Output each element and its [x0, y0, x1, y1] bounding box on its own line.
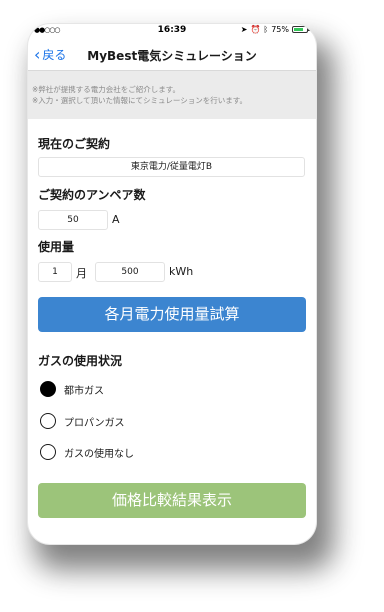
month-unit: 月: [76, 267, 87, 280]
ampere-input[interactable]: 50: [38, 210, 108, 230]
calc-usage-button[interactable]: 各月電力使用量試算: [38, 297, 306, 332]
gas-option-city[interactable]: 都市ガス: [40, 381, 104, 397]
contract-heading: 現在のご契約: [38, 137, 111, 151]
month-input[interactable]: 1: [38, 262, 72, 282]
battery-percent: 75%: [271, 25, 289, 34]
gas-option-label: 都市ガス: [64, 385, 104, 397]
ampere-heading: ご契約のアンペア数: [38, 188, 146, 202]
contract-select[interactable]: 東京電力/従量電灯B: [38, 157, 305, 177]
page-title: MyBest電気シミュレーション: [87, 49, 257, 63]
gas-option-label: プロパンガス: [64, 417, 125, 429]
battery-icon: [292, 26, 310, 33]
kwh-input[interactable]: 500: [95, 262, 165, 282]
ampere-unit: A: [112, 213, 120, 226]
radio-selected-icon: [40, 381, 56, 397]
nav-bar: ‹ 戻る MyBest電気シミュレーション: [28, 38, 316, 71]
price-compare-button[interactable]: 価格比較結果表示: [38, 483, 306, 518]
alarm-icon: ⏰: [250, 25, 261, 34]
gas-option-label: ガスの使用なし: [64, 448, 134, 460]
status-right: ➤ ⏰ ᛒ 75%: [240, 25, 310, 34]
notice-line-2: ※入力・選択して頂いた情報にてシミュレーションを行います。: [32, 96, 248, 105]
location-icon: ➤: [240, 25, 248, 34]
bluetooth-icon: ᛒ: [263, 25, 269, 34]
battery-fill: [294, 28, 303, 31]
usage-heading: 使用量: [38, 240, 75, 254]
status-bar: ●●○○○ 16:39 ➤ ⏰ ᛒ 75%: [28, 24, 316, 38]
notice-line-1: ※弊社が提携する電力会社をご紹介します。: [32, 85, 181, 94]
gas-option-propane[interactable]: プロパンガス: [40, 413, 125, 429]
phone-screen: ●●○○○ 16:39 ➤ ⏰ ᛒ 75% ‹ 戻る MyBest電気シミュレー…: [28, 24, 316, 544]
gas-heading: ガスの使用状況: [38, 354, 123, 368]
gas-option-none[interactable]: ガスの使用なし: [40, 444, 134, 460]
kwh-unit: kWh: [169, 265, 194, 278]
radio-unselected-icon: [40, 444, 56, 460]
notice-box: ※弊社が提携する電力会社をご紹介します。 ※入力・選択して頂いた情報にてシミュレ…: [28, 71, 316, 119]
radio-unselected-icon: [40, 413, 56, 429]
